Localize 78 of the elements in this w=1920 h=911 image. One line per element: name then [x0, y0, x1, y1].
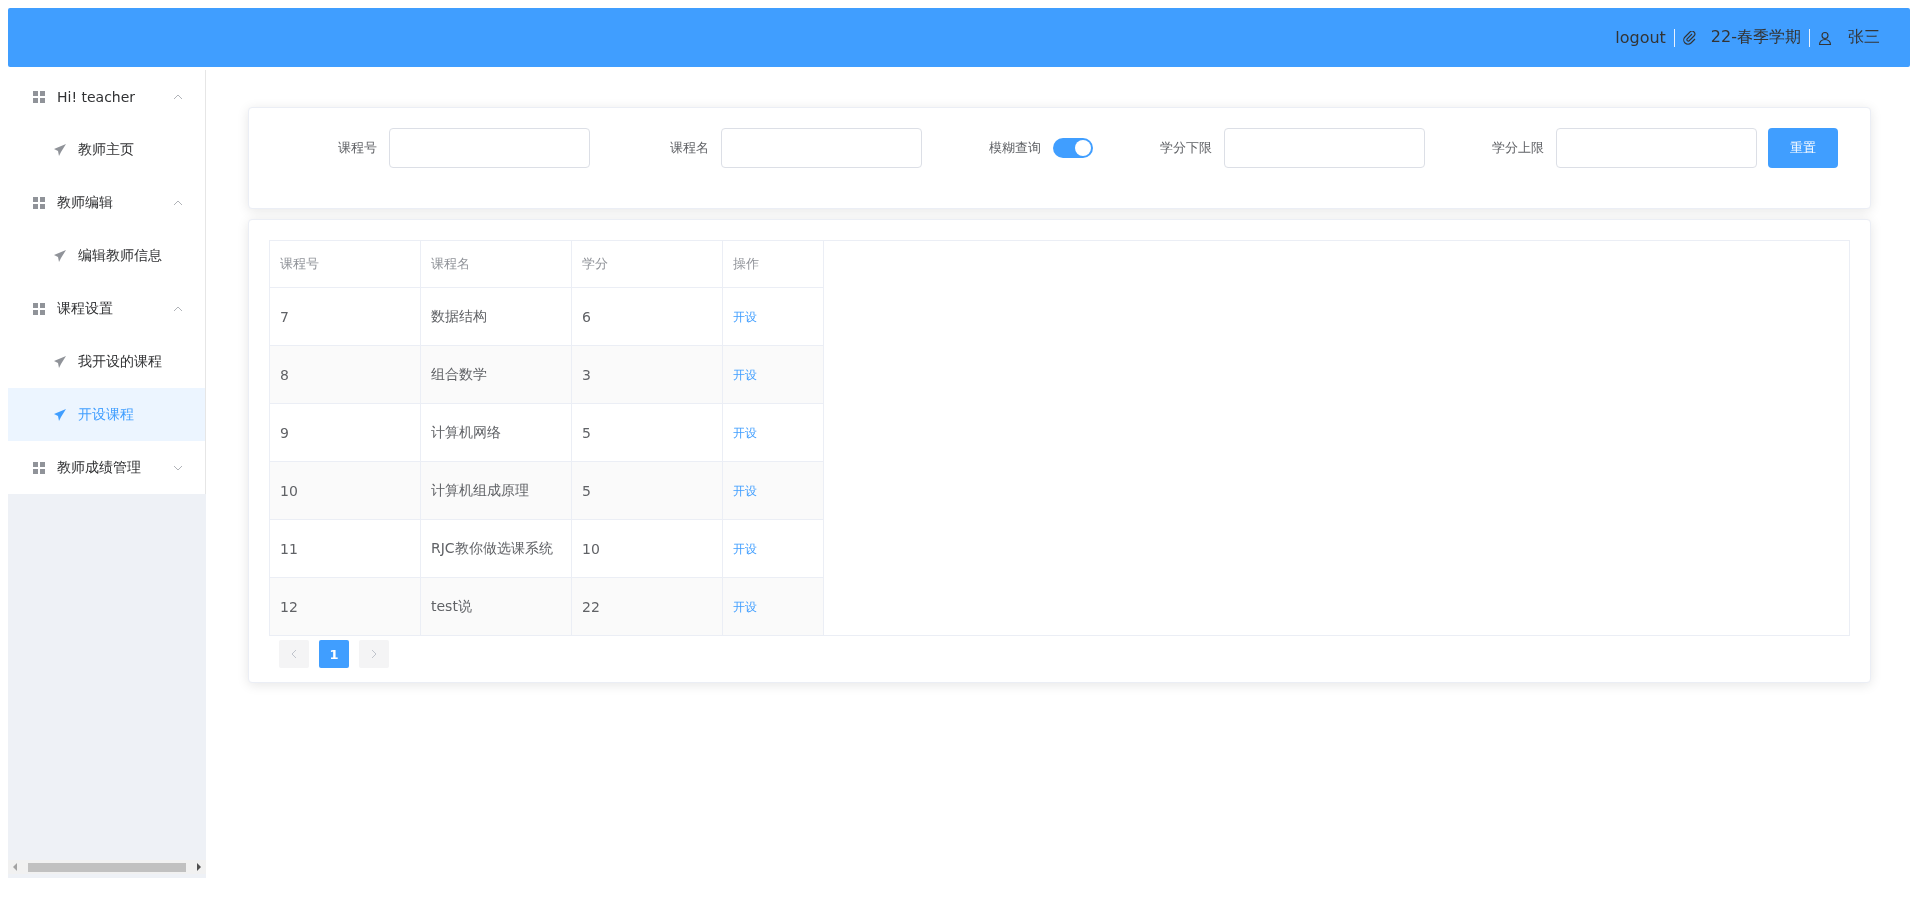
open-course-link[interactable]: 开设: [733, 309, 757, 324]
user-icon: [1818, 30, 1832, 45]
filter-label: 学分上限: [1491, 139, 1544, 157]
menu-item[interactable]: 编辑教师信息: [8, 229, 205, 282]
table-cell: 10: [269, 461, 421, 520]
chevron-icon[interactable]: [173, 199, 183, 206]
table-cell: 组合数学: [420, 345, 572, 404]
logout-link[interactable]: logout: [1615, 28, 1666, 47]
filter-input[interactable]: [1556, 128, 1757, 168]
menu-item[interactable]: 我开设的课程: [8, 335, 205, 388]
filter-label: 课程名: [669, 139, 709, 157]
open-course-link[interactable]: 开设: [733, 367, 757, 382]
menu-group-label: 教师成绩管理: [57, 458, 141, 477]
menu-item-label: 教师主页: [78, 140, 134, 159]
filter-input[interactable]: [1224, 128, 1425, 168]
user-name: 张三: [1848, 27, 1880, 48]
toggle-switch[interactable]: [1053, 138, 1093, 158]
table-cell: 7: [269, 287, 421, 346]
menu-item[interactable]: 开设课程: [8, 388, 205, 441]
open-course-link[interactable]: 开设: [733, 599, 757, 614]
grid-icon: [33, 196, 45, 209]
chevron-icon[interactable]: [173, 305, 183, 312]
table-cell: 9: [269, 403, 421, 462]
menu-group[interactable]: 教师编辑: [8, 176, 205, 229]
menu-group[interactable]: 课程设置: [8, 282, 205, 335]
filter-label: 课程号: [337, 139, 377, 157]
chevron-icon[interactable]: [173, 464, 183, 471]
menu-item-label: 我开设的课程: [78, 352, 162, 371]
table-cell: RJC教你做选课系统: [420, 519, 572, 578]
paper-plane-icon: [53, 142, 67, 157]
menu-group[interactable]: 教师成绩管理: [8, 441, 205, 494]
table-cell: 8: [269, 345, 421, 404]
reset-button[interactable]: 重置: [1768, 128, 1838, 168]
table-cell: 计算机组成原理: [420, 461, 572, 520]
menu-item-label: 编辑教师信息: [78, 246, 162, 265]
table-cell: 数据结构: [420, 287, 572, 346]
menu-group-label: Hi! teacher: [57, 88, 136, 105]
menu-item[interactable]: 教师主页: [8, 123, 205, 176]
filter-input[interactable]: [721, 128, 922, 168]
open-course-link[interactable]: 开设: [733, 483, 757, 498]
right-arrow-icon[interactable]: [196, 863, 202, 871]
open-course-link[interactable]: 开设: [733, 425, 757, 440]
filter-input[interactable]: [389, 128, 590, 168]
column-header: 课程号: [269, 240, 421, 288]
menu-item-label: 开设课程: [78, 405, 134, 424]
column-header: 学分: [571, 240, 723, 288]
table-cell: 3: [571, 345, 723, 404]
chevron-icon[interactable]: [173, 93, 183, 100]
table-cell: 计算机网络: [420, 403, 572, 462]
chevron-right-icon: [371, 649, 377, 659]
left-arrow-icon[interactable]: [12, 863, 18, 871]
menu-group[interactable]: Hi! teacher: [8, 70, 205, 123]
chevron-left-icon: [291, 649, 297, 659]
table-cell: 5: [571, 403, 723, 462]
page-button[interactable]: 1: [319, 640, 349, 668]
column-header: 课程名: [420, 240, 572, 288]
semester-label: 22-春季学期: [1710, 27, 1801, 48]
filter-label: 学分下限: [1159, 139, 1212, 157]
paperclip-icon: [1682, 30, 1697, 45]
paper-plane-icon: [53, 354, 67, 369]
table-cell: 10: [571, 519, 723, 578]
grid-icon: [33, 302, 45, 315]
table-cell: 11: [269, 519, 421, 578]
paper-plane-icon: [53, 248, 67, 263]
grid-icon: [33, 461, 45, 474]
menu-group-label: 教师编辑: [57, 193, 113, 212]
filter-label: 模糊查询: [988, 139, 1041, 157]
table-cell: 6: [571, 287, 723, 346]
menu-group-label: 课程设置: [57, 299, 113, 318]
column-header: 操作: [722, 240, 824, 288]
table-cell: 22: [571, 577, 723, 636]
horizontal-scrollbar[interactable]: [8, 860, 206, 874]
table-cell: 12: [269, 577, 421, 636]
open-course-link[interactable]: 开设: [733, 541, 757, 556]
grid-icon: [33, 90, 45, 103]
table-cell: test说: [420, 577, 572, 636]
paper-plane-icon: [53, 407, 67, 422]
table-cell: 5: [571, 461, 723, 520]
